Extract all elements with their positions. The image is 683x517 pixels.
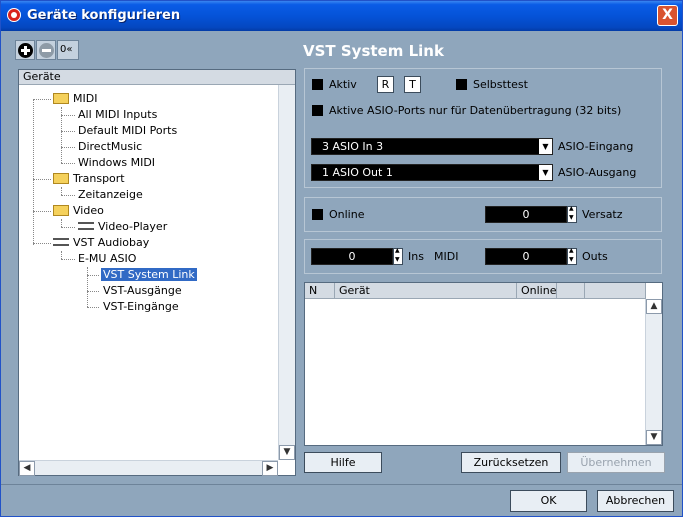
versatz-spinner[interactable] <box>567 205 577 223</box>
asio-ports-label: Aktive ASIO-Ports nur für Datenübertragu… <box>329 104 622 117</box>
cubase-logo-icon <box>7 8 21 22</box>
folder-icon <box>53 172 69 184</box>
column-header-geraet[interactable]: Gerät <box>335 283 517 299</box>
online-label: Online <box>329 208 365 221</box>
asio-input-select[interactable]: 3 ASIO In 3 ▼ <box>311 138 553 155</box>
device-tree-panel: Geräte MIDI All MIDI Inputs Default MIDI… <box>18 69 296 476</box>
minus-circle-icon <box>39 43 54 58</box>
scroll-down-icon[interactable]: ▼ <box>279 445 295 460</box>
column-header-empty <box>585 283 646 299</box>
tree-item-directmusic[interactable]: DirectMusic <box>78 139 142 155</box>
tree-vertical-scrollbar[interactable]: ▼ <box>278 85 295 460</box>
tree-item-emu-asio[interactable]: E-MU ASIO <box>78 251 136 267</box>
tree-item-vst-audiobay[interactable]: VST Audiobay <box>53 235 149 251</box>
chevron-down-icon: ▼ <box>539 139 552 154</box>
tree-item-video[interactable]: Video <box>53 203 104 219</box>
asio-input-value: 3 ASIO In 3 <box>322 140 384 153</box>
online-checkbox[interactable] <box>312 209 323 220</box>
column-header-online[interactable]: Online <box>517 283 557 299</box>
title-bar[interactable]: Geräte konfigurieren X <box>1 1 682 31</box>
selbsttest-checkbox[interactable] <box>456 79 467 90</box>
tree-item-midi[interactable]: MIDI <box>53 91 97 107</box>
column-header-n[interactable]: N <box>305 283 335 299</box>
tree-item-vst-eingaenge[interactable]: VST-Eingänge <box>103 299 179 315</box>
tree-item-label: VST System Link <box>101 268 197 281</box>
ins-label: Ins <box>408 250 424 263</box>
footer-divider <box>1 484 682 485</box>
page-title: VST System Link <box>303 42 444 60</box>
table-vertical-scrollbar[interactable]: ▲ ▼ <box>645 299 662 445</box>
tree-item-default-midi-ports[interactable]: Default MIDI Ports <box>78 123 177 139</box>
scroll-left-icon[interactable]: ◀ <box>19 461 35 476</box>
reset-button[interactable]: 0« <box>57 40 79 60</box>
tree-column-header[interactable]: Geräte <box>19 70 295 85</box>
tree-item-label: All MIDI Inputs <box>78 108 158 121</box>
folder-icon <box>53 204 69 216</box>
midi-label: MIDI <box>434 250 459 263</box>
tree-item-all-midi-inputs[interactable]: All MIDI Inputs <box>78 107 157 123</box>
ins-input[interactable]: 0 <box>311 248 393 265</box>
scroll-up-icon[interactable]: ▲ <box>646 299 662 314</box>
selbsttest-label: Selbsttest <box>473 78 528 91</box>
chevron-down-icon: ▼ <box>539 165 552 180</box>
tree-item-label: Zeitanzeige <box>78 188 143 201</box>
device-table: N Gerät Online ▲ ▼ <box>304 282 663 446</box>
zuruecksetzen-button[interactable]: Zurücksetzen <box>461 452 561 473</box>
tree-item-label: DirectMusic <box>78 140 143 153</box>
reset-label: 0« <box>60 44 73 55</box>
tree-item-transport[interactable]: Transport <box>53 171 125 187</box>
folder-icon <box>53 92 69 104</box>
tree-horizontal-scrollbar[interactable]: ◀ ▶ <box>19 460 278 476</box>
tree-item-label: VST Audiobay <box>73 236 150 249</box>
tree-item-label: Video-Player <box>98 220 168 233</box>
plus-circle-icon <box>18 43 33 58</box>
tree-item-label: MIDI <box>73 92 98 105</box>
dialog-window: Geräte konfigurieren X 0« VST System Lin… <box>0 0 683 517</box>
column-header-empty <box>557 283 585 299</box>
aktiv-checkbox[interactable] <box>312 79 323 90</box>
aktiv-label: Aktiv <box>329 78 357 91</box>
asio-input-label: ASIO-Eingang <box>558 140 634 153</box>
tree-item-label: VST-Ausgänge <box>103 284 182 297</box>
outs-input[interactable]: 0 <box>485 248 567 265</box>
tree-item-windows-midi[interactable]: Windows MIDI <box>78 155 155 171</box>
abbrechen-button[interactable]: Abbrechen <box>597 490 674 512</box>
ins-spinner[interactable] <box>393 247 403 265</box>
tree-item-label: E-MU ASIO <box>78 252 137 265</box>
remove-device-button[interactable] <box>36 40 56 60</box>
ok-button[interactable]: OK <box>510 490 587 512</box>
window-title: Geräte konfigurieren <box>27 8 181 23</box>
uebernehmen-button[interactable]: Übernehmen <box>567 452 665 473</box>
asio-ports-checkbox[interactable] <box>312 105 323 116</box>
tree-item-label: Default MIDI Ports <box>78 124 178 137</box>
t-button[interactable]: T <box>404 76 421 93</box>
video-device-icon <box>78 222 94 230</box>
r-button[interactable]: R <box>377 76 394 93</box>
tree-item-label: Windows MIDI <box>78 156 156 169</box>
device-tree: MIDI All MIDI Inputs Default MIDI Ports … <box>19 85 278 460</box>
asio-output-select[interactable]: 1 ASIO Out 1 ▼ <box>311 164 553 181</box>
asio-output-value: 1 ASIO Out 1 <box>322 166 393 179</box>
tree-item-vst-ausgaenge[interactable]: VST-Ausgänge <box>103 283 182 299</box>
audio-device-icon <box>53 238 69 246</box>
asio-output-label: ASIO-Ausgang <box>558 166 637 179</box>
tree-item-label: VST-Eingänge <box>103 300 179 313</box>
tree-item-label: Transport <box>73 172 125 185</box>
scroll-right-icon[interactable]: ▶ <box>262 461 278 476</box>
tree-item-label: Video <box>73 204 104 217</box>
add-device-button[interactable] <box>15 40 35 60</box>
tree-item-zeitanzeige[interactable]: Zeitanzeige <box>78 187 143 203</box>
outs-spinner[interactable] <box>567 247 577 265</box>
hilfe-button[interactable]: Hilfe <box>304 452 382 473</box>
scroll-down-icon[interactable]: ▼ <box>646 430 662 445</box>
versatz-input[interactable]: 0 <box>485 206 567 223</box>
versatz-label: Versatz <box>582 208 623 221</box>
close-button[interactable]: X <box>657 5 678 26</box>
tree-item-video-player[interactable]: Video-Player <box>78 219 167 235</box>
outs-label: Outs <box>582 250 608 263</box>
tree-item-vst-system-link[interactable]: VST System Link <box>101 267 197 283</box>
